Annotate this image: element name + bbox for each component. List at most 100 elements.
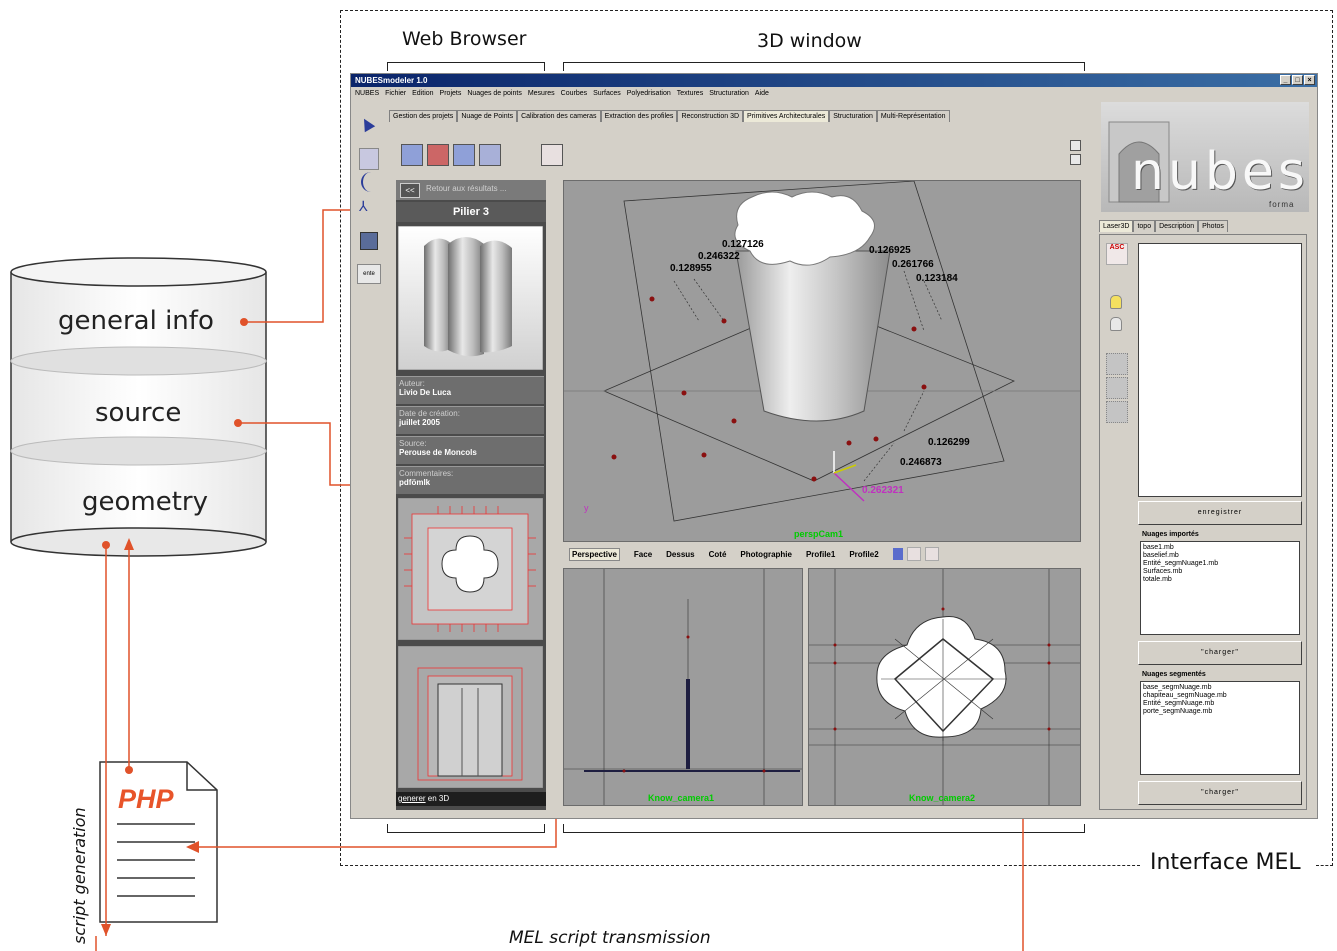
side-tool-button[interactable]: ente [357, 264, 381, 284]
view-tab-photographie[interactable]: Photographie [740, 550, 792, 559]
main-tabs: Gestion des projets Nuage de Points Cali… [389, 110, 950, 122]
minimize-button[interactable]: _ [1280, 75, 1291, 85]
camera2-scene: Know_camera2 [809, 569, 1080, 805]
cube-tool-icon[interactable] [360, 232, 378, 250]
generate-label: generer [398, 794, 426, 803]
measure-2: 0.246322 [698, 251, 740, 262]
tab-reconstruction[interactable]: Reconstruction 3D [677, 110, 744, 122]
lightbulb-on-icon[interactable] [1110, 295, 1122, 309]
generate-3d-button[interactable]: generer en 3D [396, 792, 546, 806]
elevation-drawing-image [398, 646, 543, 788]
segmented-clouds-list[interactable]: base_segmNuage.mb chapiteau_segmNuage.mb… [1140, 681, 1300, 775]
view-tab-dessus[interactable]: Dessus [666, 550, 694, 559]
back-text[interactable]: Retour aux résultats ... [426, 184, 506, 193]
info-comments: Commentaires: pdfömlk [396, 466, 544, 494]
menu-aide[interactable]: Aide [755, 90, 769, 97]
segmented-item[interactable]: porte_segmNuage.mb [1143, 708, 1297, 716]
cam1-label: Know_camera1 [648, 793, 714, 803]
scroll-up-button[interactable] [1070, 140, 1081, 151]
nubes-modeler-window: NUBESmodeler 1.0 _ □ × NUBES Fichier Edi… [350, 73, 1318, 819]
save-button[interactable]: enregistrer [1138, 501, 1302, 525]
view-axis-icon[interactable] [892, 548, 903, 560]
imported-item[interactable]: Entité_segmNuage1.mb [1143, 560, 1297, 568]
perspective-viewport[interactable]: 0.127126 0.246322 0.128955 0.126925 0.26… [563, 180, 1081, 542]
view-snap-icon-2[interactable] [924, 547, 939, 561]
measure-5: 0.261766 [892, 259, 934, 270]
imported-item[interactable]: baselief.mb [1143, 552, 1297, 560]
asc-import-icon[interactable]: ASC [1106, 243, 1128, 265]
view-snap-icon-1[interactable] [906, 547, 921, 561]
logo-subtext: forma [1269, 200, 1295, 209]
menu-nubes[interactable]: NUBES [355, 90, 379, 97]
imported-item[interactable]: totale.mb [1143, 576, 1297, 584]
tab-structuration[interactable]: Structuration [829, 110, 877, 122]
segmented-item[interactable]: chapiteau_segmNuage.mb [1143, 692, 1297, 700]
menu-edition[interactable]: Edition [412, 90, 433, 97]
primitive-axis-icon-4[interactable] [479, 144, 501, 166]
menu-bar: NUBES Fichier Edition Projets Nuages de … [351, 87, 1317, 99]
back-button[interactable]: << [400, 183, 420, 198]
curve-tool-icon[interactable] [361, 172, 377, 192]
measure-4: 0.126925 [869, 245, 911, 256]
segmented-item[interactable]: Entité_segmNuage.mb [1143, 700, 1297, 708]
imported-item[interactable]: base1.mb [1143, 544, 1297, 552]
load-button-1[interactable]: "charger" [1138, 641, 1302, 665]
right-panel: nubes forma Laser3D topo Description Pho… [1097, 102, 1313, 810]
menu-nuages[interactable]: Nuages de points [467, 90, 521, 97]
point-cloud-icon-2[interactable] [1106, 377, 1128, 399]
point-cloud-icon-3[interactable] [1106, 401, 1128, 423]
view-tab-profile1[interactable]: Profile1 [806, 550, 835, 559]
view-tab-profile2[interactable]: Profile2 [849, 550, 878, 559]
back-bar: << Retour aux résultats ... [396, 180, 546, 200]
tab-multi-representation[interactable]: Multi-Représentation [876, 110, 950, 122]
measure-9: 0.262321 [862, 485, 904, 496]
primitive-axis-icon-2[interactable] [427, 144, 449, 166]
segmented-item[interactable]: base_segmNuage.mb [1143, 684, 1297, 692]
load-button-2[interactable]: "charger" [1138, 781, 1302, 805]
lightbulb-off-icon[interactable] [1110, 317, 1122, 331]
tab-nuage-points[interactable]: Nuage de Points [457, 110, 518, 122]
segmented-clouds-title: Nuages segmentés [1142, 671, 1206, 678]
menu-courbes[interactable]: Courbes [561, 90, 587, 97]
tab-photos[interactable]: Photos [1198, 220, 1228, 232]
tab-calibration[interactable]: Calibration des cameras [517, 110, 601, 122]
tab-description[interactable]: Description [1155, 220, 1199, 232]
tab-primitives[interactable]: Primitives Architecturales [743, 110, 830, 122]
menu-fichier[interactable]: Fichier [385, 90, 406, 97]
view-tab-face[interactable]: Face [634, 550, 652, 559]
close-button[interactable]: × [1304, 75, 1315, 85]
imported-item[interactable]: Surfaces.mb [1143, 568, 1297, 576]
perspective-scene: 0.127126 0.246322 0.128955 0.126925 0.26… [564, 181, 1080, 539]
menu-projets[interactable]: Projets [440, 90, 462, 97]
measure-3: 0.128955 [670, 263, 712, 274]
menu-structuration[interactable]: Structuration [709, 90, 749, 97]
maximize-button[interactable]: □ [1292, 75, 1303, 85]
tab-laser3d[interactable]: Laser3D [1099, 220, 1134, 232]
menu-mesures[interactable]: Mesures [528, 90, 555, 97]
point-cloud-icon-1[interactable] [1106, 353, 1128, 375]
primitive-axis-icon-1[interactable] [401, 144, 423, 166]
tab-topo[interactable]: topo [1133, 220, 1156, 232]
menu-polyedrisation[interactable]: Polyedrisation [627, 90, 671, 97]
view-tab-cote[interactable]: Coté [709, 550, 727, 559]
camera1-viewport[interactable]: Know_camera1 [563, 568, 803, 806]
select-arrow-icon[interactable] [358, 115, 376, 133]
view-tab-perspective[interactable]: Perspective [569, 547, 620, 561]
scroll-down-button[interactable] [1070, 154, 1081, 165]
node-tool-icon[interactable]: ⅄ [359, 198, 377, 216]
primitive-axis-icon-5[interactable] [541, 144, 563, 166]
imported-clouds-list[interactable]: base1.mb baselief.mb Entité_segmNuage1.m… [1140, 541, 1300, 635]
camera2-viewport[interactable]: Know_camera2 [808, 568, 1081, 806]
tab-extraction[interactable]: Extraction des profiles [600, 110, 678, 122]
measure-8: 0.246873 [900, 457, 942, 468]
info-date: Date de création: juillet 2005 [396, 406, 544, 434]
tab-gestion-projets[interactable]: Gestion des projets [389, 110, 458, 122]
pillar-render-image [398, 226, 543, 370]
laser-list[interactable] [1138, 243, 1302, 497]
primitive-axis-icon-3[interactable] [453, 144, 475, 166]
menu-surfaces[interactable]: Surfaces [593, 90, 621, 97]
menu-textures[interactable]: Textures [677, 90, 703, 97]
cam2-label: Know_camera2 [909, 793, 975, 803]
axis-tool-icon[interactable] [359, 148, 379, 170]
primitive-toolbar [395, 138, 1075, 170]
